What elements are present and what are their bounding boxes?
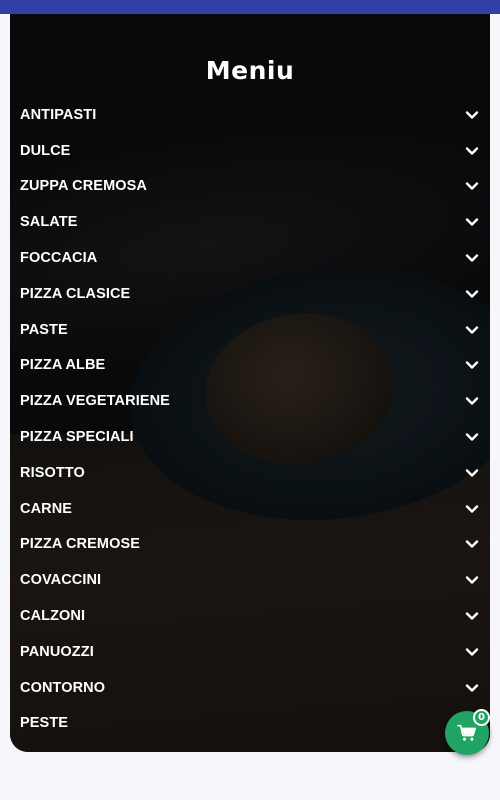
category-item[interactable]: PASTE xyxy=(10,312,490,348)
category-label: SALATE xyxy=(20,214,78,231)
category-label: ANTIPASTI xyxy=(20,106,97,123)
chevron-down-icon[interactable] xyxy=(465,217,479,227)
category-label: PESTE xyxy=(20,715,69,732)
category-item[interactable]: PIZZA CLASICE xyxy=(10,276,490,312)
chevron-down-icon[interactable] xyxy=(465,181,479,191)
category-item[interactable]: ZUPPA CREMOSA xyxy=(10,169,490,205)
category-list: ANTIPASTI DULCE ZUPPA CREMOSA SALATE FOCCACI… xyxy=(10,97,490,741)
category-item[interactable]: PIZZA VEGETARIENE xyxy=(10,383,490,419)
category-label: RISOTTO xyxy=(20,464,85,481)
category-label: PIZZA SPECIALI xyxy=(20,429,134,446)
chevron-down-icon[interactable] xyxy=(465,683,479,693)
chevron-down-icon[interactable] xyxy=(465,611,479,621)
category-label: FOCCACIA xyxy=(20,250,98,267)
category-label: PASTE xyxy=(20,321,68,338)
category-label: PIZZA CLASICE xyxy=(20,285,131,302)
category-item[interactable]: PANUOZZI xyxy=(10,634,490,670)
chevron-down-icon[interactable] xyxy=(465,575,479,585)
menu-panel: Meniu ANTIPASTI DULCE ZUPPA CREMOSA SALATE F… xyxy=(10,14,490,752)
chevron-down-icon[interactable] xyxy=(465,432,479,442)
chevron-down-icon[interactable] xyxy=(465,539,479,549)
chevron-down-icon[interactable] xyxy=(465,325,479,335)
category-item[interactable]: CALZONI xyxy=(10,598,490,634)
category-label: PANUOZZI xyxy=(20,643,94,660)
chevron-down-icon[interactable] xyxy=(465,360,479,370)
category-item[interactable]: COVACCINI xyxy=(10,562,490,598)
chevron-down-icon[interactable] xyxy=(465,289,479,299)
category-label: DULCE xyxy=(20,142,71,159)
chevron-down-icon[interactable] xyxy=(465,110,479,120)
shopping-cart-icon xyxy=(457,724,476,741)
category-item[interactable]: DULCE xyxy=(10,133,490,169)
category-label: PIZZA VEGETARIENE xyxy=(20,393,170,410)
category-label: COVACCINI xyxy=(20,572,102,589)
chevron-down-icon[interactable] xyxy=(465,253,479,263)
menu-title: Meniu xyxy=(205,56,295,85)
category-item[interactable]: RISOTTO xyxy=(10,455,490,491)
chevron-down-icon[interactable] xyxy=(465,396,479,406)
category-item[interactable]: PIZZA CREMOSE xyxy=(10,527,490,563)
category-label: CARNE xyxy=(20,500,73,517)
category-item[interactable]: PESTE xyxy=(10,706,490,742)
category-item[interactable]: SALATE xyxy=(10,204,490,240)
category-item[interactable]: CARNE xyxy=(10,491,490,527)
cart-count-badge: 0 xyxy=(473,709,490,726)
category-label: PIZZA CREMOSE xyxy=(20,536,140,553)
chevron-down-icon[interactable] xyxy=(465,504,479,514)
category-item[interactable]: CONTORNO xyxy=(10,670,490,706)
category-item[interactable]: FOCCACIA xyxy=(10,240,490,276)
top-app-bar xyxy=(0,0,500,14)
chevron-down-icon[interactable] xyxy=(465,647,479,657)
chevron-down-icon[interactable] xyxy=(465,468,479,478)
category-label: PIZZA ALBE xyxy=(20,357,106,374)
chevron-down-icon[interactable] xyxy=(465,146,479,156)
category-label: CONTORNO xyxy=(20,679,106,696)
category-item[interactable]: ANTIPASTI xyxy=(10,97,490,133)
category-item[interactable]: PIZZA ALBE xyxy=(10,348,490,384)
category-label: CALZONI xyxy=(20,608,86,625)
category-label: ZUPPA CREMOSA xyxy=(20,178,147,195)
category-item[interactable]: PIZZA SPECIALI xyxy=(10,419,490,455)
